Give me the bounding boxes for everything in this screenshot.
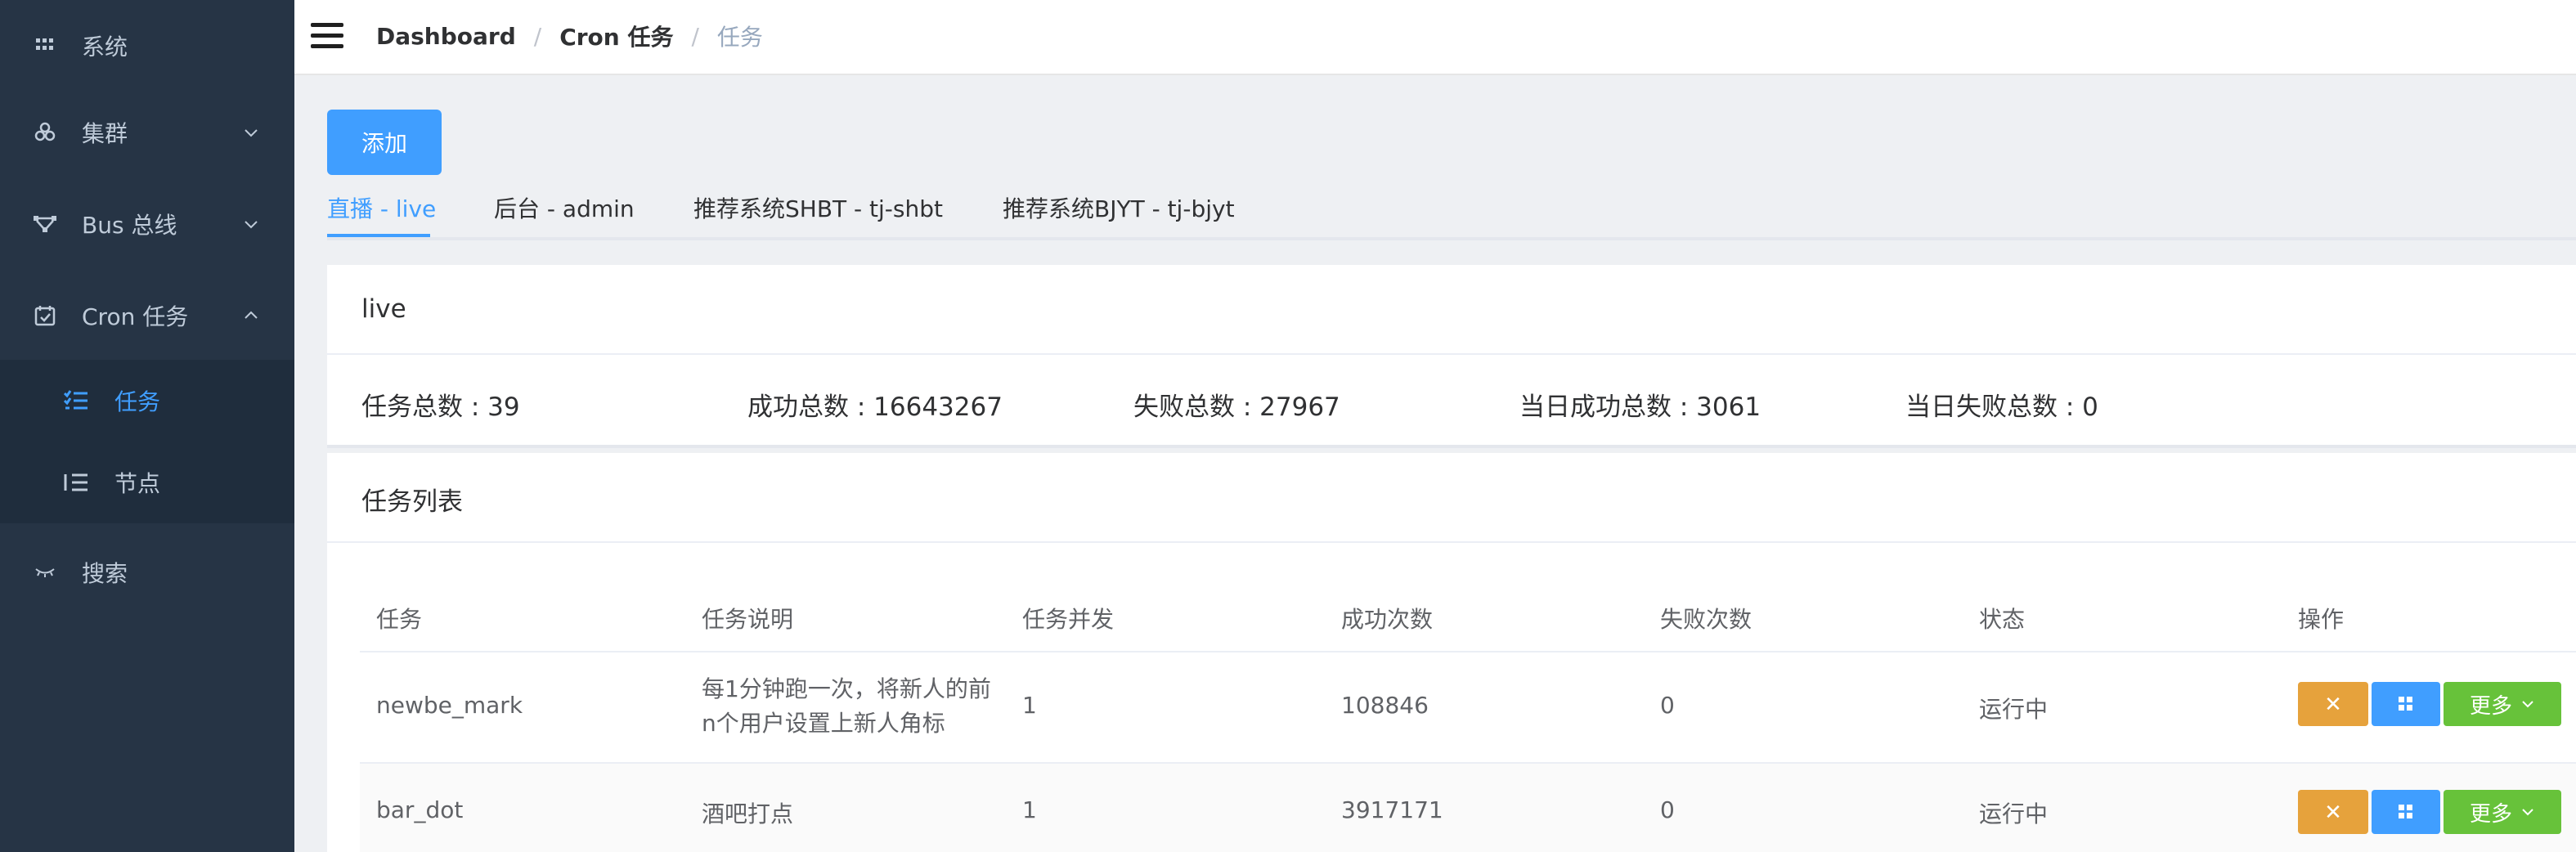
task-list-title: 任务列表 [361, 487, 463, 517]
column-header-status: 状态 [1979, 606, 2026, 633]
delete-button[interactable]: ✕ [2298, 790, 2368, 834]
sidebar: 系统 集群 Bus 总线 Cron 任务 任务 节点 搜索 [0, 0, 294, 852]
task-concurrency: 1 [1022, 692, 1037, 719]
sidebar-item-nodes[interactable]: 节点 [0, 442, 294, 523]
task-status: 运行中 [1979, 800, 2049, 827]
more-dropdown-button[interactable]: 更多 [2444, 790, 2561, 834]
cubes-icon [33, 120, 57, 145]
column-header-task: 任务 [376, 606, 423, 633]
hamburger-menu-icon[interactable] [311, 21, 345, 51]
sidebar-item-label: Cron 任务 [82, 303, 189, 330]
more-label: 更多 [2469, 693, 2512, 718]
calendar-check-icon [33, 303, 57, 328]
sidebar-item-label: 系统 [82, 34, 128, 61]
grid-icon [33, 34, 57, 58]
checklist-icon [64, 390, 88, 410]
column-header-description: 任务说明 [702, 606, 794, 633]
task-name: newbe_mark [376, 692, 523, 719]
eye-closed-icon [33, 560, 57, 585]
chevron-down-icon [245, 221, 258, 229]
task-status: 运行中 [1979, 696, 2049, 723]
stat-today-success: 当日成功总数 : 3061 [1519, 392, 1761, 422]
table-row: newbe_mark 每1分钟跑一次，将新人的前n个用户设置上新人角标 1 10… [360, 652, 2576, 762]
detail-button[interactable] [2372, 682, 2440, 726]
stats-bar: 任务总数 : 39 成功总数 : 16643267 失败总数 : 27967 当… [327, 353, 2576, 448]
row-actions: ✕ 更多 [2298, 682, 2565, 726]
breadcrumb-item-cron[interactable]: Cron 任务 [559, 20, 673, 52]
sidebar-item-cron[interactable]: Cron 任务 [0, 270, 294, 361]
sidebar-item-system[interactable]: 系统 [0, 0, 294, 92]
row-actions: ✕ 更多 [2298, 790, 2565, 834]
task-description: 酒吧打点 [702, 800, 794, 827]
list-icon [64, 473, 88, 491]
task-list-card: 任务列表 任务 任务说明 任务并发 成功次数 失败次数 状态 操作 newbe_… [327, 453, 2576, 852]
task-success-count: 3917171 [1341, 796, 1443, 823]
active-tab-indicator [327, 234, 430, 237]
sidebar-item-tasks[interactable]: 任务 [0, 360, 294, 442]
column-header-concurrency: 任务并发 [1022, 606, 1115, 633]
stat-today-fail: 当日失败总数 : 0 [1905, 392, 2098, 422]
chevron-down-icon [2522, 701, 2533, 708]
more-label: 更多 [2469, 800, 2512, 826]
sidebar-item-label: Bus 总线 [82, 212, 177, 239]
breadcrumb-separator: / [691, 22, 699, 50]
task-fail-count: 0 [1660, 796, 1675, 823]
more-dropdown-button[interactable]: 更多 [2444, 682, 2561, 726]
breadcrumb-item-current: 任务 [716, 24, 763, 51]
task-success-count: 108846 [1341, 692, 1429, 719]
grid-icon [2399, 697, 2412, 711]
delete-button[interactable]: ✕ [2298, 682, 2368, 726]
stat-total-fail: 失败总数 : 27967 [1133, 392, 1340, 422]
chevron-down-icon [2522, 809, 2533, 816]
project-tabs: 直播 - live 后台 - admin 推荐系统SHBT - tj-shbt … [327, 185, 2576, 240]
tab-admin[interactable]: 后台 - admin [494, 191, 635, 237]
card-divider [327, 541, 2576, 543]
breadcrumb: Dashboard / Cron 任务 / 任务 [376, 20, 763, 52]
tab-live[interactable]: 直播 - live [327, 191, 436, 237]
stat-total-success: 成功总数 : 16643267 [747, 392, 1003, 422]
task-concurrency: 1 [1022, 796, 1037, 823]
sidebar-item-bus[interactable]: Bus 总线 [0, 178, 294, 270]
sidebar-item-label: 节点 [114, 470, 161, 497]
stat-total-tasks: 任务总数 : 39 [361, 392, 520, 422]
network-icon [33, 212, 57, 236]
top-navbar: Dashboard / Cron 任务 / 任务 [294, 0, 2576, 75]
column-header-actions: 操作 [2298, 606, 2345, 633]
tab-tj-shbt[interactable]: 推荐系统SHBT - tj-shbt [693, 191, 943, 237]
sidebar-item-search[interactable]: 搜索 [0, 527, 294, 618]
summary-card: live [327, 265, 2576, 353]
detail-button[interactable] [2372, 790, 2440, 834]
breadcrumb-separator: / [533, 22, 542, 50]
summary-card-title: live [361, 294, 406, 324]
grid-icon [2399, 805, 2412, 818]
table-row: bar_dot 酒吧打点 1 3917171 0 运行中 ✕ 更多 [360, 764, 2576, 852]
column-header-success-count: 成功次数 [1341, 606, 1434, 633]
cron-submenu: 任务 节点 [0, 360, 294, 523]
task-fail-count: 0 [1660, 692, 1675, 719]
task-description: 每1分钟跑一次，将新人的前n个用户设置上新人角标 [702, 675, 991, 737]
task-name: bar_dot [376, 796, 464, 823]
sidebar-item-cluster[interactable]: 集群 [0, 87, 294, 178]
sidebar-item-label: 集群 [82, 120, 128, 147]
sidebar-item-label: 搜索 [82, 560, 128, 587]
add-button[interactable]: 添加 [327, 110, 442, 175]
tab-tj-bjyt[interactable]: 推荐系统BJYT - tj-bjyt [1003, 191, 1235, 237]
breadcrumb-item-dashboard[interactable]: Dashboard [376, 23, 516, 50]
sidebar-item-label: 任务 [114, 388, 161, 415]
column-header-fail-count: 失败次数 [1660, 606, 1752, 633]
chevron-up-icon [245, 311, 258, 319]
chevron-down-icon [245, 129, 258, 137]
